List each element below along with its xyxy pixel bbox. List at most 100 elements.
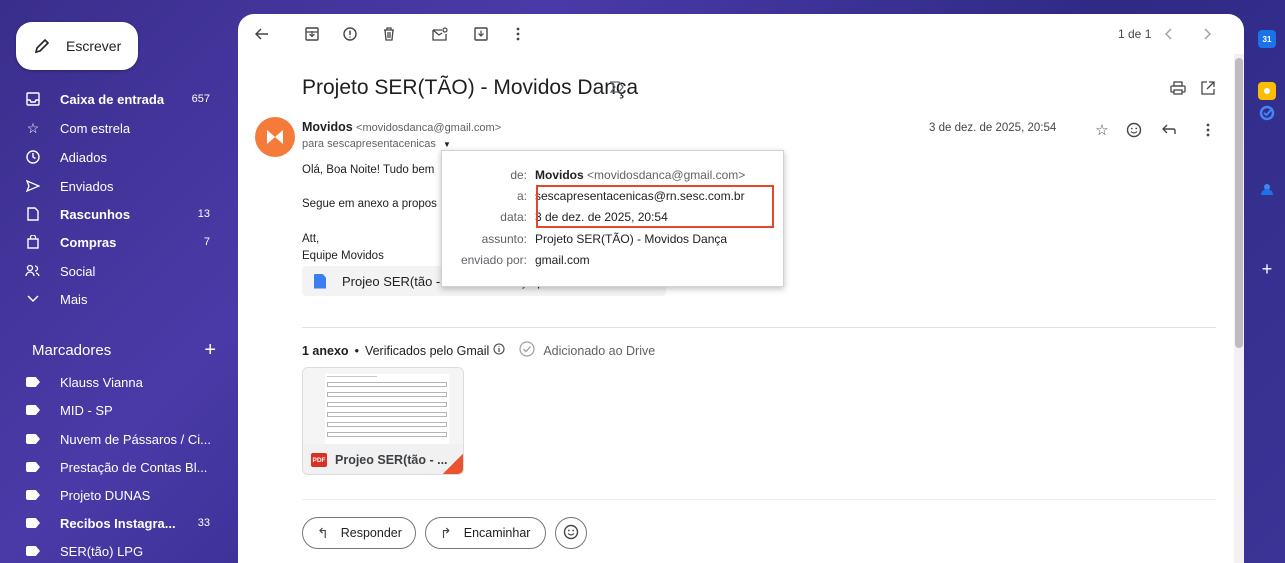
popup-key: data:	[500, 210, 527, 224]
divider	[302, 327, 1216, 328]
sender-address: <movidosdanca@gmail.com>	[356, 122, 502, 134]
add-label-button[interactable]: +	[204, 339, 216, 362]
label-tag-icon	[24, 542, 42, 560]
emoji-reaction-icon[interactable]	[1124, 120, 1144, 140]
calendar-icon[interactable]: 31	[1258, 30, 1276, 48]
move-to-icon[interactable]	[471, 24, 491, 44]
compose-label: Escrever	[66, 38, 122, 54]
reply-icon[interactable]	[1159, 120, 1179, 140]
info-icon[interactable]	[493, 343, 505, 358]
sidebar-item-drafts[interactable]: Rascunhos 13	[0, 200, 222, 228]
label-item-name: MID - SP	[60, 402, 113, 418]
forward-label: Encaminhar	[463, 526, 531, 540]
unread-count: 657	[191, 93, 210, 105]
attachment-thumb-footer: PDF Projeo SER(tão - ...	[303, 444, 463, 474]
open-new-window-icon[interactable]	[1198, 78, 1218, 98]
back-arrow-icon[interactable]	[252, 24, 272, 44]
add-addon-icon[interactable]: +	[1258, 259, 1276, 279]
label-tag-icon	[24, 514, 42, 532]
reply-button[interactable]: ↰ Responder	[302, 517, 416, 549]
prev-page-icon[interactable]	[1158, 24, 1178, 44]
label-tag-icon	[24, 373, 42, 391]
sidebar-item-starred[interactable]: ☆ Com estrela	[0, 114, 222, 142]
labels-title: Marcadores	[32, 341, 112, 359]
sidebar-item-snoozed[interactable]: Adiados	[0, 143, 222, 171]
body-line: Att,	[302, 233, 320, 245]
label-item[interactable]: Prestação de Contas Bl...	[0, 453, 222, 481]
message-pane: 1 de 1 Projeto SER(TÃO) - Movidos Dança …	[238, 14, 1244, 563]
more-vert-icon[interactable]	[1198, 120, 1218, 140]
keep-icon[interactable]	[1258, 82, 1276, 100]
sidebar-item-label: Mais	[60, 291, 88, 307]
emoji-reaction-button[interactable]	[555, 517, 587, 549]
delete-icon[interactable]	[379, 24, 399, 44]
popup-row-mailed-by: enviado por: gmail.com	[442, 250, 785, 270]
attachment-thumbnail[interactable]: PDF Projeo SER(tão - ...	[302, 367, 464, 475]
contacts-icon[interactable]	[1258, 180, 1276, 198]
archive-icon[interactable]	[302, 24, 322, 44]
caret-down-icon[interactable]: ▼	[443, 140, 451, 149]
label-item[interactable]: SER(tão) LPG	[0, 537, 222, 563]
scrollbar-thumb[interactable]	[1235, 58, 1243, 348]
popup-key: enviado por:	[460, 253, 527, 267]
tasks-icon[interactable]	[1258, 104, 1276, 122]
label-tag-icon	[24, 401, 42, 419]
attachment-preview	[303, 368, 463, 444]
send-icon	[24, 177, 42, 195]
label-item[interactable]: MID - SP	[0, 396, 222, 424]
email-date: 3 de dez. de 2025, 20:54	[929, 122, 1057, 134]
sidebar-item-purchases[interactable]: Compras 7	[0, 228, 222, 256]
label-item-name: Klauss Vianna	[60, 374, 143, 390]
sidebar-item-label: Enviados	[60, 178, 114, 194]
chevron-down-icon	[24, 290, 42, 308]
clock-icon	[24, 148, 42, 166]
popup-value: gmail.com	[535, 253, 590, 267]
unread-count: 33	[197, 517, 210, 529]
pdf-icon: PDF	[311, 453, 327, 467]
sender-line: Movidos <movidosdanca@gmail.com>	[302, 120, 501, 134]
recipient-line[interactable]: para sescapresentacenicas ▼	[302, 138, 451, 150]
body-line: Olá, Boa Noite! Tudo bem	[302, 164, 435, 176]
more-vert-icon[interactable]	[508, 24, 528, 44]
forward-button[interactable]: ↱ Encaminhar	[425, 517, 546, 549]
inbox-icon	[24, 90, 42, 108]
message-toolbar: 1 de 1	[238, 14, 1244, 54]
sender-name[interactable]: Movidos	[302, 120, 353, 134]
avatar[interactable]	[255, 117, 295, 157]
pager-text: 1 de 1	[1118, 27, 1152, 41]
sidebar-item-social[interactable]: Social	[0, 257, 222, 285]
mark-unread-icon[interactable]	[430, 24, 450, 44]
report-spam-icon[interactable]	[340, 24, 360, 44]
reply-icon: ↰	[317, 524, 329, 541]
important-marker-icon[interactable]	[609, 80, 624, 97]
corner-fold-icon	[443, 454, 463, 474]
body-line: Segue em anexo a propos	[302, 198, 437, 210]
compose-button[interactable]: Escrever	[16, 22, 138, 70]
sidebar-item-sent[interactable]: Enviados	[0, 172, 222, 200]
print-icon[interactable]	[1168, 78, 1188, 98]
label-item[interactable]: Klauss Vianna	[0, 368, 222, 396]
unread-count: 13	[197, 208, 210, 220]
next-page-icon[interactable]	[1198, 24, 1218, 44]
popup-row-subject: assunto: Projeto SER(TÃO) - Movidos Danç…	[442, 229, 785, 249]
pencil-icon	[32, 36, 52, 56]
label-item[interactable]: Nuvem de Pássaros / Ci...	[0, 425, 222, 453]
attachment-summary: 1 anexo • Verificados pelo Gmail Adicion…	[302, 341, 655, 360]
label-tag-icon	[24, 486, 42, 504]
email-subject: Projeto SER(TÃO) - Movidos Dança	[302, 76, 639, 99]
popup-row-from: de: Movidos <movidosdanca@gmail.com>	[442, 165, 785, 185]
unread-count: 7	[203, 236, 210, 248]
sidebar-item-label: Rascunhos	[60, 206, 131, 222]
sidebar-item-more[interactable]: Mais	[0, 285, 222, 313]
star-icon: ☆	[26, 119, 40, 136]
divider	[302, 499, 1216, 500]
sidebar-item-inbox[interactable]: Caixa de entrada 657	[0, 85, 222, 113]
label-item[interactable]: Recibos Instagra... 33	[0, 509, 222, 537]
drive-status: Adicionado ao Drive	[543, 343, 656, 358]
popup-sender-addr: <movidosdanca@gmail.com>	[587, 168, 746, 182]
label-item-name: Recibos Instagra...	[60, 515, 176, 531]
label-tag-icon	[24, 458, 42, 476]
star-icon[interactable]: ☆	[1092, 120, 1112, 140]
label-item[interactable]: Projeto DUNAS	[0, 481, 222, 509]
forward-icon: ↱	[440, 524, 452, 541]
